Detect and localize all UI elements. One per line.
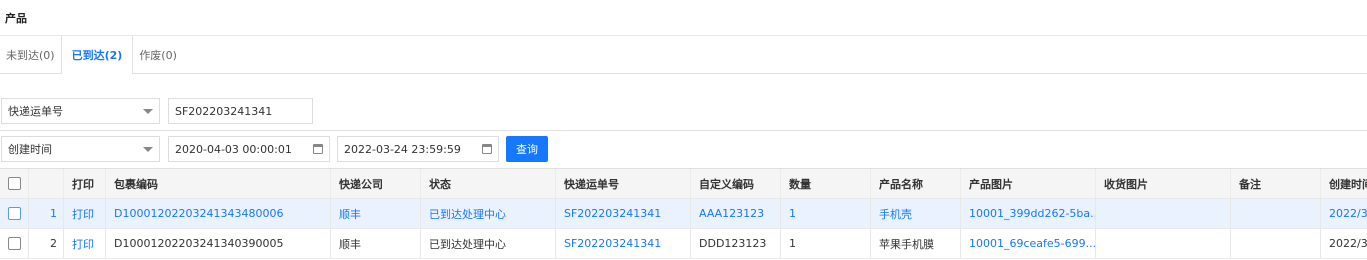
row-index: 2 bbox=[29, 229, 64, 258]
col-header-product-image: 产品图片 bbox=[961, 169, 1096, 198]
courier-cell: 顺丰 bbox=[331, 199, 421, 228]
receipt-image-cell bbox=[1096, 199, 1231, 228]
product-image-link[interactable]: 10001_69ceafe5-699... bbox=[961, 229, 1096, 258]
date-start-input[interactable]: 2020-04-03 00:00:01 bbox=[168, 136, 330, 162]
search-field-select[interactable]: 快递运单号 bbox=[1, 98, 160, 124]
date-end-value: 2022-03-24 23:59:59 bbox=[344, 142, 461, 156]
col-header-courier: 快递公司 bbox=[331, 169, 421, 198]
search-field-select-value: 快递运单号 bbox=[8, 105, 63, 118]
table-row[interactable]: 1 打印 D10001202203241343480006 顺丰 已到达处理中心… bbox=[0, 199, 1367, 229]
col-header-created: 创建时间 bbox=[1329, 177, 1367, 191]
col-header-remark: 备注 bbox=[1231, 169, 1321, 198]
status-cell: 已到达处理中心 bbox=[421, 229, 556, 258]
col-header-print: 打印 bbox=[64, 169, 106, 198]
col-header-product-name: 产品名称 bbox=[871, 169, 961, 198]
filter-row-date: 创建时间 2020-04-03 00:00:01 2022-03-24 23:5… bbox=[0, 130, 1367, 168]
print-link[interactable]: 打印 bbox=[64, 229, 106, 258]
page-title: 产品 bbox=[5, 11, 27, 25]
row-index: 1 bbox=[29, 199, 64, 228]
col-header-custom-code: 自定义编码 bbox=[691, 169, 781, 198]
calendar-icon[interactable] bbox=[482, 144, 492, 154]
created-cell: 2022/3/... bbox=[1329, 207, 1367, 220]
custom-code-cell: DDD123123 bbox=[691, 229, 781, 258]
quantity-cell: 1 bbox=[781, 229, 871, 258]
chevron-down-icon bbox=[143, 109, 153, 114]
table-row[interactable]: 2 打印 D10001202203241340390005 顺丰 已到达处理中心… bbox=[0, 229, 1367, 259]
col-header-package-code: 包裹编码 bbox=[106, 169, 331, 198]
page-header: 产品 bbox=[0, 0, 1367, 36]
remark-cell bbox=[1231, 229, 1321, 258]
receipt-image-cell bbox=[1096, 229, 1231, 258]
row-checkbox-cell bbox=[0, 199, 29, 228]
tracking-no-link[interactable]: SF202203241341 bbox=[556, 199, 691, 228]
courier-cell: 顺丰 bbox=[331, 229, 421, 258]
product-name-cell: 手机壳 bbox=[871, 199, 961, 228]
select-all-cell bbox=[0, 169, 29, 198]
tab-voided[interactable]: 作废(0) bbox=[133, 36, 183, 73]
date-field-select[interactable]: 创建时间 bbox=[1, 136, 160, 162]
query-button[interactable]: 查询 bbox=[506, 136, 548, 162]
status-tabs: 未到达(0) 已到达(2) 作废(0) bbox=[0, 36, 1367, 74]
col-header-tracking-no: 快递运单号 bbox=[556, 169, 691, 198]
col-header-status: 状态 bbox=[421, 169, 556, 198]
select-all-checkbox[interactable] bbox=[7, 177, 21, 190]
packages-table: 打印 包裹编码 快递公司 状态 快递运单号 自定义编码 数量 产品名称 产品图片… bbox=[0, 168, 1367, 259]
tab-not-arrived[interactable]: 未到达(0) bbox=[0, 36, 61, 73]
quantity-cell: 1 bbox=[781, 199, 871, 228]
product-name-cell: 苹果手机膜 bbox=[871, 229, 961, 258]
custom-code-cell: AAA123123 bbox=[691, 199, 781, 228]
tracking-number-value: SF202203241341 bbox=[175, 104, 273, 118]
date-field-select-value: 创建时间 bbox=[8, 143, 52, 156]
row-checkbox[interactable] bbox=[7, 237, 21, 250]
date-start-value: 2020-04-03 00:00:01 bbox=[175, 142, 292, 156]
product-image-link[interactable]: 10001_399dd262-5ba... bbox=[961, 199, 1096, 228]
col-header-quantity: 数量 bbox=[781, 169, 871, 198]
col-header-receipt-image: 收货图片 bbox=[1096, 169, 1231, 198]
row-checkbox-cell bbox=[0, 229, 29, 258]
date-end-input[interactable]: 2022-03-24 23:59:59 bbox=[337, 136, 499, 162]
tab-arrived[interactable]: 已到达(2) bbox=[60, 36, 134, 74]
index-header bbox=[29, 169, 64, 198]
table-header-row: 打印 包裹编码 快递公司 状态 快递运单号 自定义编码 数量 产品名称 产品图片… bbox=[0, 169, 1367, 199]
tracking-no-link[interactable]: SF202203241341 bbox=[556, 229, 691, 258]
chevron-down-icon bbox=[143, 147, 153, 152]
package-code-cell: D10001202203241343480006 bbox=[106, 199, 331, 228]
created-cell: 2022/3/... bbox=[1329, 237, 1367, 250]
filter-row-tracking: 快递运单号 SF202203241341 bbox=[0, 96, 1367, 126]
package-code-cell: D10001202203241340390005 bbox=[106, 229, 331, 258]
calendar-icon[interactable] bbox=[313, 144, 323, 154]
tracking-number-input[interactable]: SF202203241341 bbox=[168, 98, 313, 124]
print-link[interactable]: 打印 bbox=[64, 199, 106, 228]
row-checkbox[interactable] bbox=[7, 207, 21, 220]
remark-cell bbox=[1231, 199, 1321, 228]
status-cell: 已到达处理中心 bbox=[421, 199, 556, 228]
